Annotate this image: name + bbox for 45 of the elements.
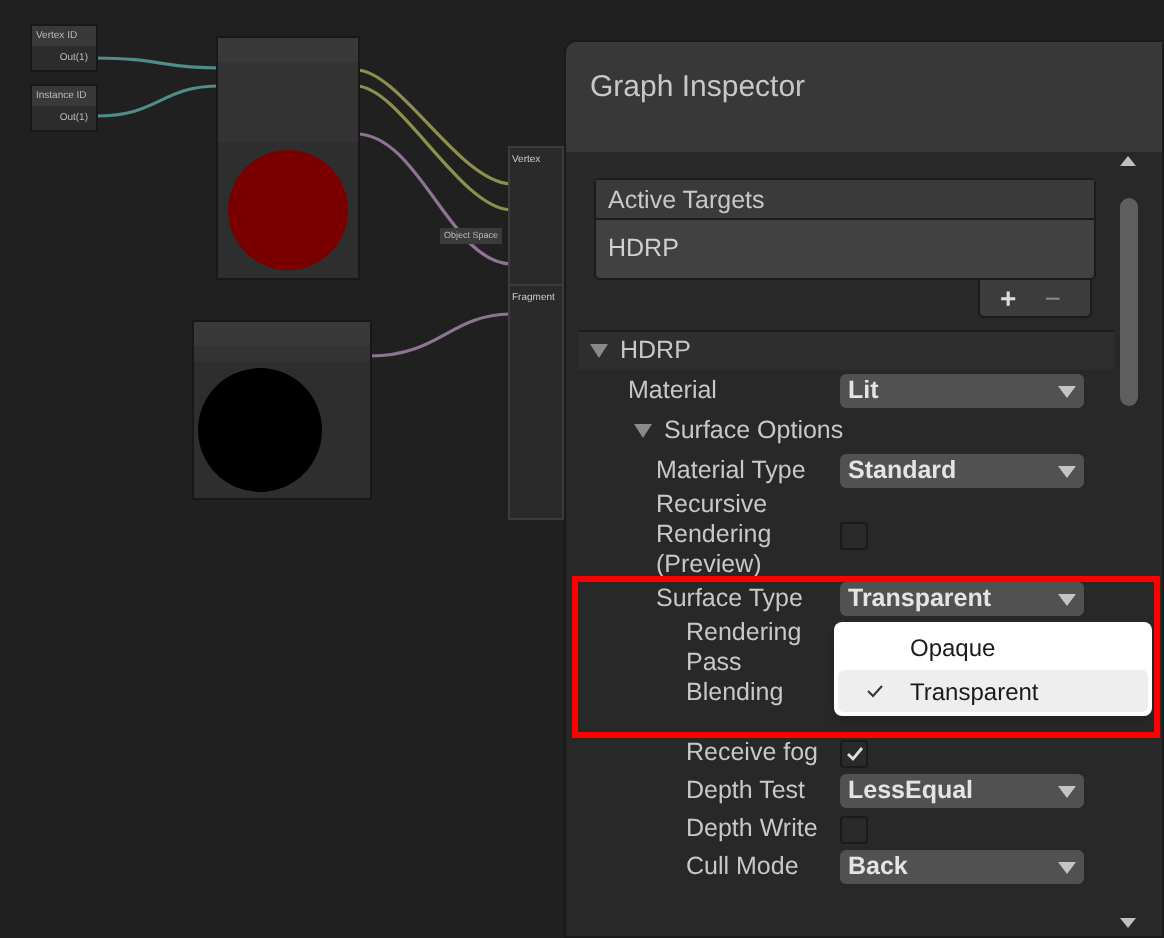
field-label: Rendering Pass xyxy=(686,618,804,678)
menu-option[interactable]: Transparent xyxy=(838,670,1148,712)
field-label: Recursive Rendering (Preview) xyxy=(656,490,774,580)
node-header xyxy=(218,38,358,62)
group-label[interactable]: Surface Options xyxy=(664,412,844,450)
preview-sphere-drawing xyxy=(228,150,348,270)
field-label: Cull Mode xyxy=(686,850,801,885)
field-label: Depth Write xyxy=(686,814,820,844)
list-item[interactable]: HDRP xyxy=(596,220,1094,278)
dropdown[interactable]: Standard xyxy=(840,454,1084,488)
checkbox[interactable] xyxy=(840,739,868,767)
graph-node[interactable] xyxy=(192,320,372,500)
caret-icon xyxy=(1058,385,1076,397)
field-label: Depth Test xyxy=(686,774,808,809)
check-icon xyxy=(845,745,863,761)
list-header: Active Targets xyxy=(596,180,1094,220)
scroll-down-icon[interactable] xyxy=(1120,918,1136,928)
preview-sphere-drawing xyxy=(198,368,322,492)
caret-icon xyxy=(1058,465,1076,477)
wire xyxy=(95,56,221,70)
dropdown[interactable]: Lit xyxy=(840,374,1084,408)
graph-node[interactable] xyxy=(216,36,360,280)
node-ports-area xyxy=(218,62,358,142)
expand-icon[interactable] xyxy=(590,344,608,358)
field-label: Blending xyxy=(686,678,786,708)
caret-icon xyxy=(1058,861,1076,873)
wire xyxy=(95,84,221,118)
dropdown[interactable]: Transparent xyxy=(840,582,1084,616)
expand-icon[interactable] xyxy=(634,424,652,438)
field-label: Material Type xyxy=(656,454,808,489)
scroll-up-icon[interactable] xyxy=(1120,156,1136,166)
wire xyxy=(369,312,513,358)
field-label: Material xyxy=(628,374,719,409)
field-label: Receive fog xyxy=(686,738,821,768)
section-header[interactable]: HDRP xyxy=(578,330,1114,370)
add-button[interactable]: + xyxy=(1000,284,1017,312)
menu-option[interactable]: Opaque xyxy=(838,626,1148,668)
caret-icon xyxy=(1058,785,1076,797)
panel-title: Graph Inspector xyxy=(590,68,806,108)
dropdown[interactable]: Back xyxy=(840,850,1084,884)
check-icon xyxy=(865,684,883,698)
caret-icon xyxy=(1058,593,1076,605)
scrollbar-thumb[interactable] xyxy=(1119,198,1137,406)
field-label: Surface Type xyxy=(656,582,805,617)
dropdown[interactable]: LessEqual xyxy=(840,774,1084,808)
